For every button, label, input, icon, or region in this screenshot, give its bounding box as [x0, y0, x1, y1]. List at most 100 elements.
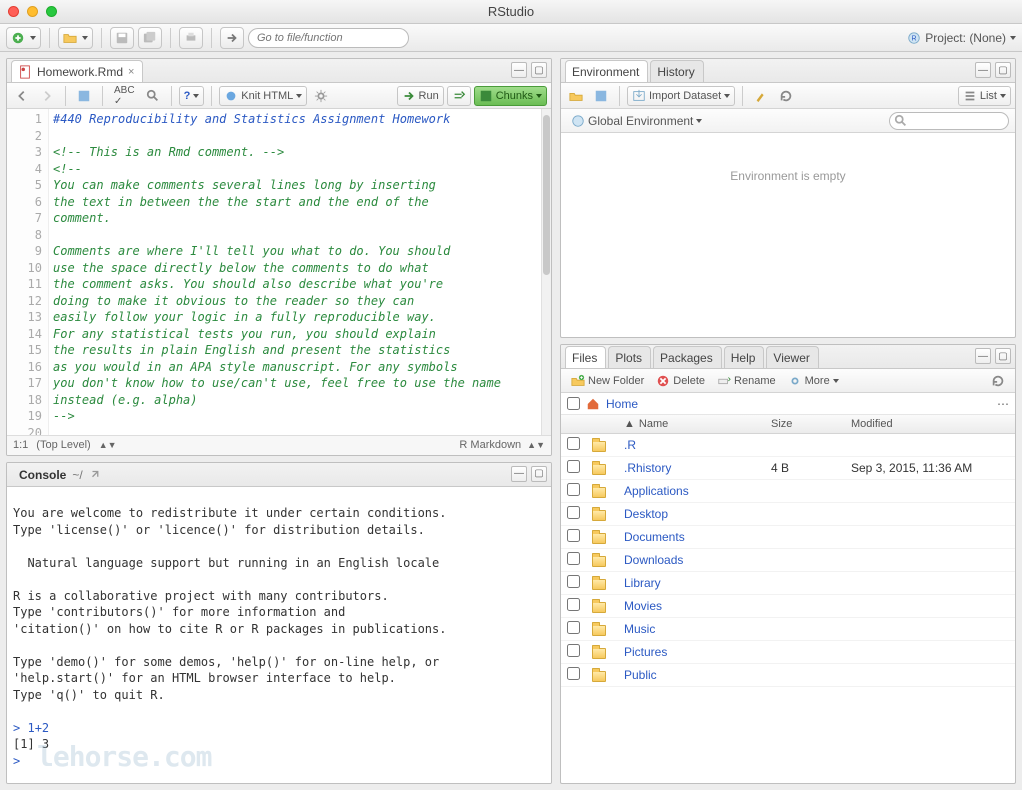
settings-button[interactable]: [310, 86, 332, 106]
file-row[interactable]: Music: [561, 618, 1015, 641]
import-dataset-button[interactable]: Import Dataset: [627, 86, 735, 106]
file-name[interactable]: Movies: [624, 599, 662, 613]
save-button[interactable]: [110, 27, 134, 49]
tab-files[interactable]: Files: [565, 346, 606, 368]
file-name[interactable]: Documents: [624, 530, 685, 544]
new-file-button[interactable]: [6, 27, 41, 49]
refresh-env-button[interactable]: [775, 86, 797, 106]
select-all-checkbox[interactable]: [567, 397, 580, 410]
refresh-files-button[interactable]: [987, 371, 1009, 391]
col-size[interactable]: Size: [771, 418, 792, 430]
rename-button[interactable]: Rename: [713, 371, 780, 391]
file-name[interactable]: Downloads: [624, 553, 683, 567]
file-row[interactable]: Movies: [561, 595, 1015, 618]
file-name[interactable]: .Rhistory: [624, 461, 671, 475]
breadcrumb-home[interactable]: Home: [606, 397, 638, 411]
tab-viewer[interactable]: Viewer: [766, 346, 818, 368]
env-scope-dropdown[interactable]: Global Environment: [567, 111, 706, 131]
file-checkbox[interactable]: [567, 621, 580, 634]
tab-help[interactable]: Help: [724, 346, 765, 368]
file-name[interactable]: Music: [624, 622, 655, 636]
file-checkbox[interactable]: [567, 506, 580, 519]
col-name[interactable]: Name: [639, 418, 668, 430]
rstudio-window: RStudio R Project: (None): [0, 0, 1022, 790]
filetype-label[interactable]: R Markdown: [459, 439, 521, 451]
file-row[interactable]: Pictures: [561, 641, 1015, 664]
file-row[interactable]: Public: [561, 664, 1015, 687]
forward-button[interactable]: [36, 86, 58, 106]
file-checkbox[interactable]: [567, 575, 580, 588]
file-checkbox[interactable]: [567, 552, 580, 565]
file-row[interactable]: .R: [561, 434, 1015, 457]
file-row[interactable]: Applications: [561, 480, 1015, 503]
scope-label[interactable]: (Top Level): [36, 439, 90, 451]
delete-button[interactable]: Delete: [652, 371, 709, 391]
close-tab-button[interactable]: ×: [128, 66, 134, 78]
code-area[interactable]: #440 Reproducibility and Statistics Assi…: [49, 109, 541, 435]
maximize-files-button[interactable]: ▢: [995, 348, 1011, 364]
env-view-button[interactable]: List: [958, 86, 1011, 106]
tab-plots[interactable]: Plots: [608, 346, 651, 368]
more-button[interactable]: More: [784, 371, 843, 391]
clear-env-button[interactable]: [750, 86, 772, 106]
project-menu[interactable]: R Project: (None): [907, 31, 1016, 45]
file-row[interactable]: Library: [561, 572, 1015, 595]
file-row[interactable]: .Rhistory4 BSep 3, 2015, 11:36 AM: [561, 457, 1015, 480]
editor[interactable]: 123456789101112131415161718192021 #440 R…: [7, 109, 551, 435]
rerun-button[interactable]: [447, 86, 471, 106]
find-button[interactable]: [142, 86, 164, 106]
new-folder-button[interactable]: New Folder: [567, 371, 648, 391]
file-row[interactable]: Downloads: [561, 549, 1015, 572]
knit-button[interactable]: Knit HTML: [219, 86, 307, 106]
file-size: 4 B: [771, 461, 789, 475]
file-checkbox[interactable]: [567, 460, 580, 473]
file-row[interactable]: Documents: [561, 526, 1015, 549]
goto-button[interactable]: [220, 27, 244, 49]
file-name[interactable]: Public: [624, 668, 657, 682]
maximize-source-button[interactable]: ▢: [531, 62, 547, 78]
open-file-button[interactable]: [58, 27, 93, 49]
print-button[interactable]: [179, 27, 203, 49]
minimize-source-button[interactable]: —: [511, 62, 527, 78]
file-checkbox[interactable]: [567, 437, 580, 450]
save-all-button[interactable]: [138, 27, 162, 49]
chunks-button[interactable]: Chunks: [474, 86, 547, 106]
popout-icon[interactable]: [89, 468, 103, 482]
file-name[interactable]: .R: [624, 438, 636, 452]
source-tab-homework[interactable]: Homework.Rmd ×: [11, 60, 143, 82]
run-button[interactable]: Run: [397, 86, 444, 106]
back-button[interactable]: [11, 86, 33, 106]
help-dropdown[interactable]: ?: [179, 86, 205, 106]
env-empty-message: Environment is empty: [561, 133, 1015, 337]
save-source-button[interactable]: [73, 86, 95, 106]
minimize-env-button[interactable]: —: [975, 62, 991, 78]
file-name[interactable]: Library: [624, 576, 661, 590]
file-name[interactable]: Desktop: [624, 507, 668, 521]
minimize-files-button[interactable]: —: [975, 348, 991, 364]
file-checkbox[interactable]: [567, 644, 580, 657]
minimize-console-button[interactable]: —: [511, 466, 527, 482]
files-breadcrumb: Home ⋯: [561, 393, 1015, 415]
editor-scrollbar[interactable]: [541, 109, 551, 435]
file-checkbox[interactable]: [567, 667, 580, 680]
file-checkbox[interactable]: [567, 529, 580, 542]
home-icon[interactable]: [586, 397, 600, 411]
file-row[interactable]: Desktop: [561, 503, 1015, 526]
tab-history[interactable]: History: [650, 60, 703, 82]
breadcrumb-more[interactable]: ⋯: [997, 397, 1009, 411]
col-modified[interactable]: Modified: [851, 418, 893, 430]
goto-file-input[interactable]: [248, 28, 409, 48]
file-name[interactable]: Applications: [624, 484, 689, 498]
save-workspace-button[interactable]: [590, 86, 612, 106]
tab-environment[interactable]: Environment: [565, 60, 648, 82]
file-checkbox[interactable]: [567, 598, 580, 611]
maximize-console-button[interactable]: ▢: [531, 466, 547, 482]
maximize-env-button[interactable]: ▢: [995, 62, 1011, 78]
tab-packages[interactable]: Packages: [653, 346, 722, 368]
spellcheck-button[interactable]: ABC✓: [110, 86, 139, 106]
file-name[interactable]: Pictures: [624, 645, 667, 659]
console-body[interactable]: You are welcome to redistribute it under…: [7, 487, 551, 783]
load-workspace-button[interactable]: [565, 86, 587, 106]
env-tabstrip: Environment History — ▢: [561, 59, 1015, 83]
file-checkbox[interactable]: [567, 483, 580, 496]
